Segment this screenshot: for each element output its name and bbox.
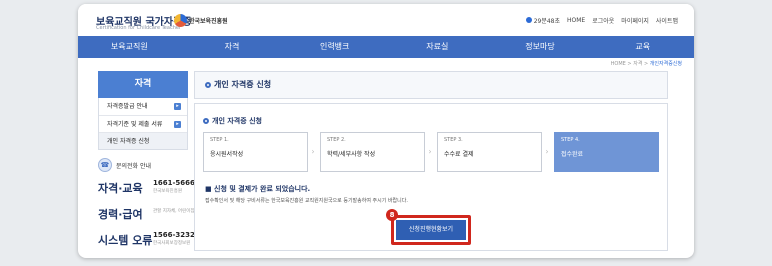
- arrow-right-icon: ▸: [174, 103, 181, 110]
- sitemap-link[interactable]: 사이트맵: [656, 16, 678, 25]
- completion-instructions: 접수확인서 및 해당 구비서류는 한국보육진흥원 교직원지원국으로 등기발송하여…: [205, 198, 408, 204]
- chevron-right-icon: ›: [428, 147, 432, 156]
- page-title: 개인 자격증 신청: [194, 71, 668, 99]
- contact-header: ☎ 문의전화 안내: [98, 158, 188, 172]
- nav-item-certification[interactable]: 자격: [181, 36, 284, 58]
- step-3: STEP 3. 수수료 결제 ›: [437, 132, 549, 172]
- home-link[interactable]: HOME: [567, 17, 585, 24]
- contact-info: ☎ 문의전화 안내 자격·교육 1661-5666 한국보육진흥원 경력·급여 …: [98, 158, 195, 247]
- section-title: 개인 자격증 신청: [203, 116, 262, 126]
- org-name[interactable]: 한국보육진흥원: [189, 16, 228, 25]
- nav-item-staff[interactable]: 보육교직원: [78, 36, 181, 58]
- completion-message: ■ 신청 및 결제가 완료 되었습니다.: [205, 185, 311, 193]
- nav-item-resources[interactable]: 자료실: [386, 36, 489, 58]
- chevron-right-icon: ›: [311, 147, 315, 156]
- sidebar-title: 자격: [98, 71, 188, 98]
- breadcrumb: HOME > 자격 > 개인자격증신청: [610, 61, 682, 67]
- contact-career-salary: 경력·급여 관할 지자체, 어린이집: [98, 208, 195, 221]
- sidebar-item-issuance-guide[interactable]: 자격증발급 안내 ▸: [99, 98, 187, 115]
- arrow-right-icon: ▸: [174, 121, 181, 128]
- application-panel: 개인 자격증 신청 STEP 1. 응시원서작성 › STEP 2. 학력/세부…: [194, 103, 668, 251]
- logout-link[interactable]: 로그아웃: [592, 16, 614, 25]
- step-4-current: STEP 4. 접수완료: [554, 132, 659, 172]
- session-timer: 29분48초: [525, 16, 560, 25]
- bullet-circle-icon: [203, 118, 209, 124]
- step-2: STEP 2. 학력/세부사항 작성 ›: [320, 132, 432, 172]
- nav-item-education[interactable]: 교육: [591, 36, 694, 58]
- site-logo-subtitle: Certification for Childcare Teacher: [96, 25, 181, 31]
- breadcrumb-section[interactable]: 자격: [633, 61, 642, 67]
- mypage-link[interactable]: 마이페이지: [621, 16, 649, 25]
- breadcrumb-home[interactable]: HOME: [611, 61, 626, 67]
- breadcrumb-current: 개인자격증신청: [649, 61, 682, 67]
- main-content: 개인 자격증 신청 개인 자격증 신청 STEP 1. 응시원서작성 › STE…: [194, 71, 668, 251]
- main-navigation: 보육교직원 자격 인력뱅크 자료실 정보마당 교육: [78, 36, 694, 58]
- browser-frame: 보육교직원 국가자격증 Certification for Childcare …: [78, 4, 694, 258]
- step-number-badge: 8: [386, 209, 398, 221]
- sidebar: 자격 자격증발급 안내 ▸ 자격기준 및 제출 서류 ▸ 개인 자격증 신청 ☎…: [98, 71, 195, 247]
- nav-item-job-bank[interactable]: 인력뱅크: [283, 36, 386, 58]
- contact-system-error: 시스템 오류 1566-3232 한국사회보장정보원: [98, 231, 195, 247]
- step-1: STEP 1. 응시원서작성 ›: [203, 132, 315, 172]
- phone-icon: ☎: [98, 158, 112, 172]
- sidebar-item-personal-application[interactable]: 개인 자격증 신청: [99, 132, 187, 149]
- sidebar-menu: 자격증발급 안내 ▸ 자격기준 및 제출 서류 ▸ 개인 자격증 신청: [98, 98, 188, 150]
- view-application-status-button[interactable]: 신청진행현황보기: [396, 220, 466, 240]
- org-emblem-icon: [174, 14, 187, 27]
- top-utility-nav: 29분48초 HOME 로그아웃 마이페이지 사이트맵: [525, 16, 678, 25]
- clock-icon: [525, 17, 532, 23]
- step-progress: STEP 1. 응시원서작성 › STEP 2. 학력/세부사항 작성 › ST…: [203, 132, 659, 172]
- contact-certification-education: 자격·교육 1661-5666 한국보육진흥원: [98, 179, 195, 195]
- chevron-right-icon: ›: [545, 147, 549, 156]
- sidebar-item-criteria-documents[interactable]: 자격기준 및 제출 서류 ▸: [99, 115, 187, 132]
- bullet-circle-icon: [205, 81, 211, 88]
- site-header: 보육교직원 국가자격증 Certification for Childcare …: [78, 4, 694, 36]
- nav-item-info[interactable]: 정보마당: [489, 36, 592, 58]
